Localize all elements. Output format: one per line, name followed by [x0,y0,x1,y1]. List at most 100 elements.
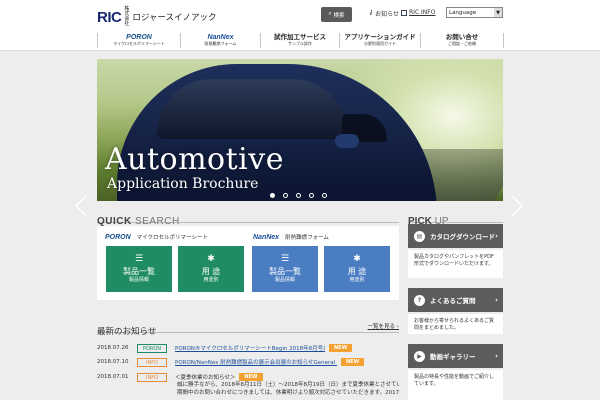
car-window [157,79,347,139]
news-body-line: 誠に勝手ながら、2018年8月11日（土）～2018年8月19日（日）まで夏季休… [177,382,399,388]
pickup-desc: 製品の特長や性能を動画でご紹介しています。 [408,370,503,400]
nav-item-prototype[interactable]: 試作加工サービス サンプル試作 [261,30,339,50]
top-bar: RIC 株式会社 ロジャースイノアック ⌕ 検索 i お知らせ RIC INFO… [0,0,600,30]
ric-info-label: RIC INFO [409,9,436,16]
pickup-label: よくあるご質問 [430,297,476,305]
news-date: 2018.07.26 [97,345,129,351]
news-body-line: 期間中のお問い合わせにつきましては、休業明けより順次対応させていただきます。20… [177,390,399,396]
nav-item-title: アプリケーションガイド [344,33,416,41]
tile-sub: 用途別 [203,277,219,283]
nav-item-application-guide[interactable]: アプリケーションガイド 分野別適用ガイド [340,30,420,50]
language-value: Language [449,9,477,16]
slider-dot[interactable] [309,193,314,198]
list-icon: ☰ [134,254,144,264]
news-link[interactable]: PORON®マイクロセルポリマーシートBegin 2018年8月号に掲載されまし… [175,344,325,352]
language-select[interactable]: Language ▼ [446,7,503,18]
tile-sub: 用途別 [349,277,365,283]
nannex-label: 耐熱難燃フォーム [285,235,329,241]
quick-search-heading: QUICK SEARCH [97,209,399,227]
pickup-label: カタログダウンロード [430,233,495,241]
ric-info-link[interactable]: RIC INFO [401,9,435,16]
pickup-heading: PICK UP [408,209,503,227]
logo-company-name: ロジャースイノアック [132,13,217,23]
tile-title: 用 途 [347,267,367,276]
catalog-download-button[interactable]: ▤ カタログダウンロード › [408,224,503,248]
news-heading: 最新のお知らせ 一覧を見る › [97,319,399,337]
news-link[interactable]: PORON/NanNex 耐熱難燃製品の展示会出展のお知らせGeneral In… [175,358,337,366]
hero-title: Automotive [105,142,284,177]
nav-item-title: 試作加工サービス [274,33,326,41]
chevron-right-icon: › [495,352,498,360]
nannex-brand: NanNex 耐熱難燃フォーム [253,233,329,242]
hero-subtitle: Application Brochure [107,176,259,192]
search-icon: ⌕ [328,11,332,17]
nav-item-poron[interactable]: PORON マイクロセルポリマーシート [98,30,180,50]
tile-title: 製品一覧 [269,267,301,276]
new-badge: NEW [341,358,365,366]
nav-item-contact[interactable]: お問い合せ ご相談・ご依頼 [421,30,503,50]
poron-logo: PORON [126,33,152,41]
news-item: 2018.07.10 INFO PORON/NanNex 耐熱難燃製品の展示会出… [97,357,399,367]
ric-info-icon [401,9,407,16]
search-button[interactable]: ⌕ 検索 [321,7,352,22]
nav-item-sub: 耐熱難燃フォーム [204,40,237,46]
news-more-label: 一覧を見る [367,324,396,330]
tile-sub: 製品情報 [128,277,149,283]
poron-brand: PORON マイクロセルポリマーシート [105,233,208,242]
pickup-label: 動画ギャラリー [430,353,476,361]
nannex-application-tile[interactable]: ✱ 用 途 用途別 [324,246,390,292]
slider-dot[interactable] [296,193,301,198]
nannex-logo: NanNex [207,33,234,41]
quick-search-panel: PORON マイクロセルポリマーシート NanNex 耐熱難燃フォーム ☰ 製品… [97,226,399,300]
nannex-product-list-tile[interactable]: ☰ 製品一覧 製品情報 [252,246,318,292]
logo-ric: RIC [97,8,122,26]
tile-title: 用 途 [201,267,221,276]
question-icon: ? [414,294,425,306]
news-more-link[interactable]: 一覧を見る › [368,322,399,330]
nav-item-sub: ご相談・ご依頼 [448,41,476,46]
slider-dot[interactable] [322,193,327,198]
info-icon: i [370,10,373,17]
video-gallery-button[interactable]: ▶ 動画ギャラリー › [408,344,503,368]
news-date: 2018.07.01 [97,374,129,380]
chevron-right-icon: › [495,232,498,240]
nannex-logo: NanNex [253,233,280,241]
news-item: 2018.07.26 PORON PORON®マイクロセルポリマーシートBegi… [97,343,399,353]
main-nav: PORON マイクロセルポリマーシート NanNex 耐熱難燃フォーム 試作加工… [0,30,600,51]
poron-label: マイクロセルポリマーシート [136,235,208,241]
news-tag: INFO [137,372,167,382]
new-badge: NEW [329,344,353,352]
faq-button[interactable]: ? よくあるご質問 › [408,288,503,312]
hero-banner[interactable]: Automotive Application Brochure [97,59,503,201]
news-tag: PORON [137,343,167,353]
nav-divider [503,33,504,48]
page: RIC 株式会社 ロジャースイノアック ⌕ 検索 i お知らせ RIC INFO… [0,0,600,400]
new-badge: NEW [239,373,263,381]
info-label: お知らせ [375,11,399,18]
chevron-down-icon: ▼ [494,8,502,17]
poron-logo: PORON [105,233,131,241]
logo-kk: 株式会社 [124,6,130,27]
slider-dot[interactable] [270,193,275,198]
book-icon: ▤ [414,230,425,242]
slider-next-icon[interactable] [510,195,524,217]
gear-icon: ✱ [207,254,215,264]
company-logo[interactable]: RIC 株式会社 ロジャースイノアック [97,7,217,27]
poron-application-tile[interactable]: ✱ 用 途 用途別 [178,246,244,292]
info-link[interactable]: i お知らせ [370,9,399,18]
pickup-desc: 製品カタログやパンフレットをPDF形式でダウンロードいただけます。 [408,250,503,278]
slider-dot[interactable] [283,193,288,198]
gear-icon: ✱ [353,254,361,264]
nav-item-title: お問い合せ [445,33,479,41]
news-title: 最新のお知らせ [97,327,157,337]
car-mirror [335,134,359,148]
play-icon: ▶ [414,350,425,362]
nav-item-nannex[interactable]: NanNex 耐熱難燃フォーム [181,30,260,50]
slider-dots [270,193,327,198]
poron-product-list-tile[interactable]: ☰ 製品一覧 製品情報 [106,246,172,292]
tile-title: 製品一覧 [123,267,155,276]
slider-prev-icon[interactable] [74,195,88,217]
nav-item-sub: サンプル試作 [288,41,312,46]
news-date: 2018.07.10 [97,359,129,365]
news-tag: INFO [137,357,167,367]
